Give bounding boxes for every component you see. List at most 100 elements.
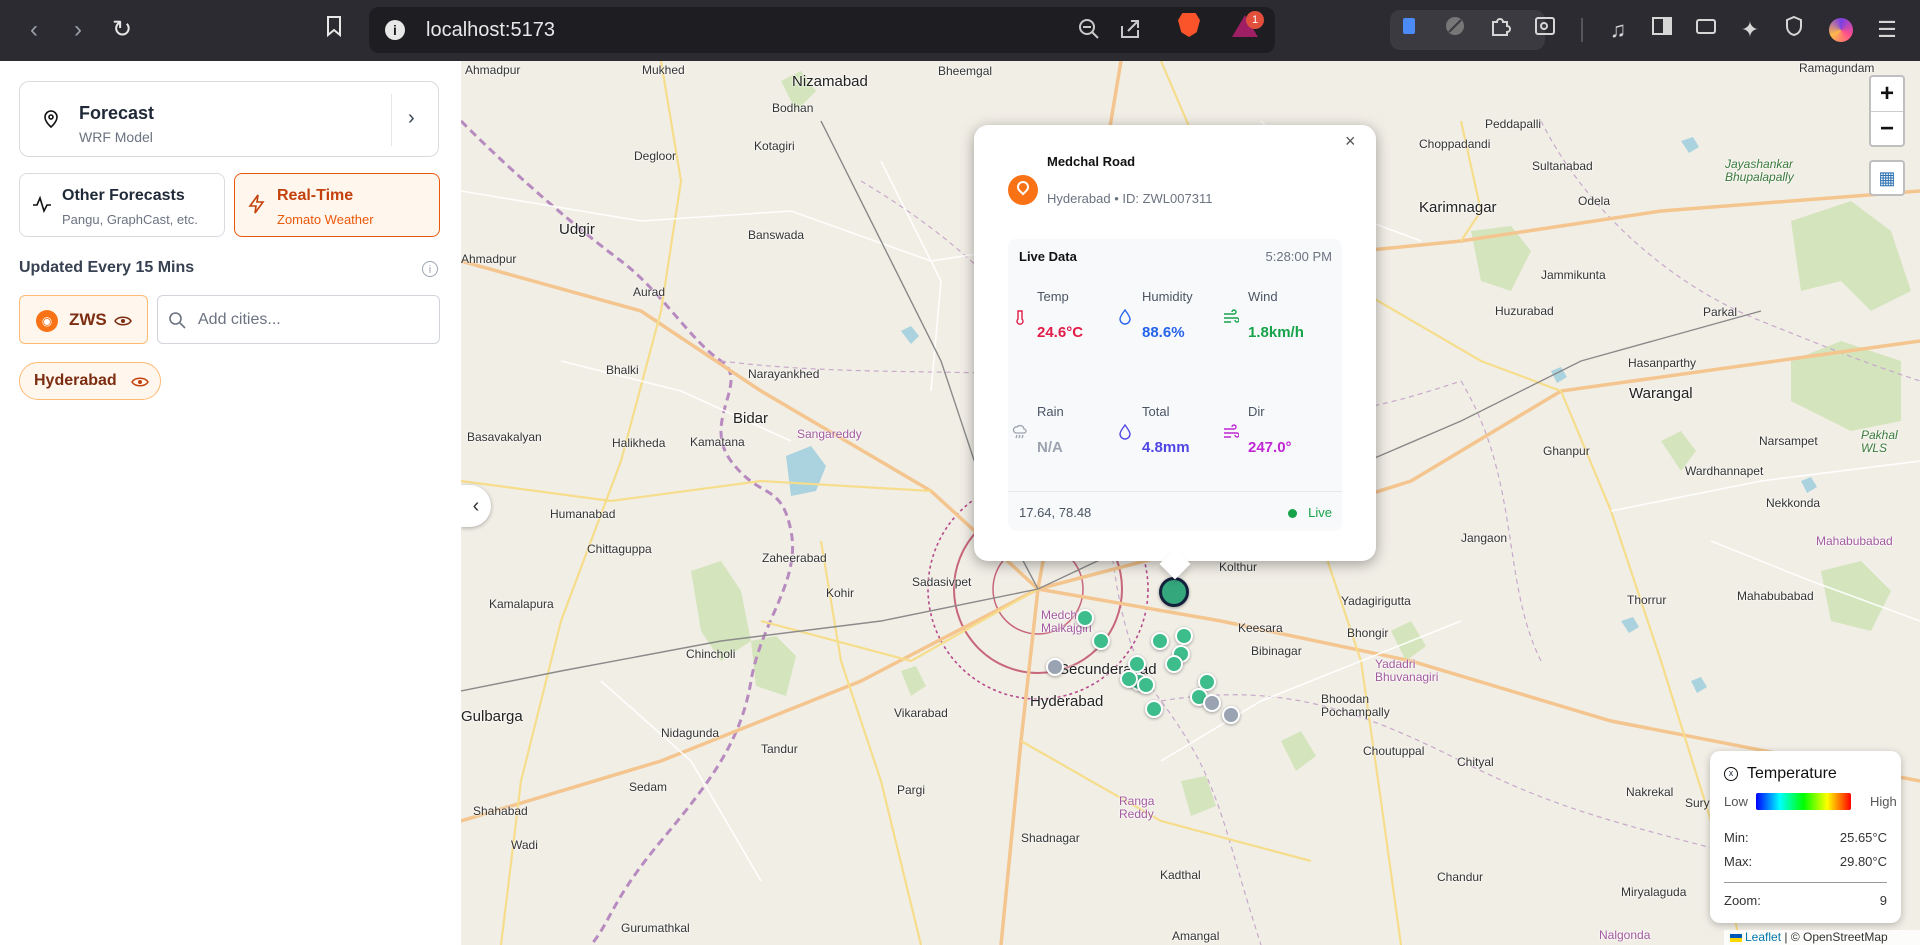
media-icon[interactable]: ♫ (1604, 15, 1632, 45)
station-marker-offline[interactable] (1203, 694, 1221, 712)
place-label: Keesara (1238, 621, 1283, 635)
place-label: Basavakalyan (467, 430, 542, 444)
city-search-input[interactable] (196, 306, 430, 334)
add-city-field[interactable] (157, 295, 440, 344)
place-label: Sangareddy (797, 427, 862, 441)
place-label: Humanabad (550, 507, 616, 521)
place-label: Mahabubabad (1816, 534, 1893, 548)
osm-attribution[interactable]: | © OpenStreetMap (1784, 930, 1887, 944)
share-icon[interactable] (1117, 18, 1143, 44)
bookmark-icon[interactable] (319, 15, 349, 45)
legend-title: Temperature (1747, 765, 1837, 782)
puzzle-extensions-icon[interactable] (1486, 15, 1514, 45)
eye-icon[interactable] (114, 315, 132, 327)
place-label: Chincholi (686, 647, 736, 661)
place-label: Shadnagar (1021, 831, 1080, 845)
place-label: Bheemgal (938, 64, 993, 78)
place-label: Yadadri Bhuvanagiri (1375, 657, 1439, 684)
place-label: Ahmadpur (465, 63, 521, 77)
city-chip-hyderabad[interactable]: Hyderabad (19, 362, 161, 400)
vpn-shield-icon[interactable] (1780, 15, 1808, 45)
forward-icon[interactable]: › (63, 15, 93, 45)
wallet-icon[interactable] (1692, 15, 1720, 45)
profile-avatar-icon[interactable] (1829, 18, 1853, 42)
map-attribution: Leaflet | © OpenStreetMap (1724, 930, 1920, 945)
eye-icon[interactable] (131, 376, 149, 388)
place-label: Choutuppal (1363, 744, 1425, 758)
ukraine-flag-icon (1730, 934, 1742, 942)
legend-max-row: Max: 29.80°C (1724, 854, 1887, 869)
legend-divider (1724, 882, 1887, 883)
zoom-in-button[interactable]: + (1871, 77, 1903, 112)
droplet-icon (1119, 309, 1131, 325)
close-icon[interactable]: × (1345, 131, 1356, 152)
place-label: Shahabad (473, 804, 528, 818)
live-status-dot (1288, 509, 1297, 518)
reload-icon[interactable]: ↻ (107, 15, 137, 45)
wallet-extension-icon[interactable] (1396, 15, 1424, 45)
station-popup: × Medchal Road Hyderabad • ID: ZWL007311… (974, 125, 1376, 580)
forecast-model-card[interactable]: Forecast WRF Model › (19, 81, 439, 157)
zoom-out-icon[interactable] (1076, 18, 1102, 44)
live-data-panel: Live Data 5:28:00 PM Temp 24.6°C Humidit… (1008, 239, 1342, 531)
place-label: Sadasivpet (912, 575, 972, 589)
place-label: Nizamabad (792, 73, 868, 90)
place-label: Huzurabad (1495, 304, 1554, 318)
place-label: Sultanabad (1532, 159, 1593, 173)
zws-label: ZWS (69, 310, 107, 329)
place-label: Narsampet (1759, 434, 1818, 448)
forecast-title: Forecast (79, 103, 155, 123)
place-label: Thorrur (1627, 593, 1667, 607)
zoom-out-button[interactable]: − (1871, 112, 1903, 146)
place-label: Banswada (748, 228, 805, 242)
station-marker[interactable] (1175, 627, 1193, 645)
menu-icon[interactable]: ☰ (1873, 15, 1901, 45)
other-forecasts-button[interactable]: Other Forecasts Pangu, GraphCast, etc. (19, 173, 225, 237)
realtime-button[interactable]: Real-Time Zomato Weather (234, 173, 440, 237)
station-coordinates: 17.64, 78.48 (1019, 505, 1092, 520)
station-marker[interactable] (1076, 609, 1094, 627)
info-icon[interactable]: i (422, 261, 438, 277)
live-status-text: Live (1308, 505, 1332, 520)
wind-direction-metric: Dir 247.0° (1219, 394, 1319, 484)
page-search-icon[interactable] (1531, 15, 1559, 45)
site-info-icon[interactable]: i (385, 20, 405, 40)
station-marker[interactable] (1165, 655, 1183, 673)
sidebar-toggle-icon[interactable] (1648, 15, 1676, 45)
station-marker[interactable] (1145, 700, 1163, 718)
selected-station-marker[interactable] (1159, 577, 1189, 607)
station-marker[interactable] (1092, 632, 1110, 650)
temperature-legend: x Temperature Low High Min: 25.65°C Max:… (1710, 751, 1901, 923)
chevron-right-icon[interactable]: › (408, 107, 415, 130)
station-marker[interactable] (1120, 670, 1138, 688)
place-label: Odela (1578, 194, 1611, 208)
place-label: Halikheda (612, 436, 666, 450)
map-layers-button[interactable]: ▦ (1869, 160, 1905, 196)
station-pin-icon (1008, 175, 1038, 205)
station-marker-offline[interactable] (1222, 706, 1240, 724)
rain-cloud-icon (1012, 424, 1027, 439)
station-marker-offline[interactable] (1046, 658, 1064, 676)
leaflet-link[interactable]: Leaflet (1745, 930, 1781, 944)
legend-min-row: Min: 25.65°C (1724, 830, 1887, 845)
blocked-extension-icon[interactable] (1441, 15, 1469, 45)
place-label: Wardhannapet (1685, 464, 1764, 478)
place-label: Miryalaguda (1621, 885, 1687, 899)
temp-metric: Temp 24.6°C (1008, 279, 1108, 369)
station-subtitle: Hyderabad • ID: ZWL007311 (1047, 191, 1213, 206)
chevron-left-icon: ‹ (472, 495, 480, 517)
leo-ai-icon[interactable]: ✦ (1736, 15, 1764, 45)
legend-zoom-row: Zoom: 9 (1724, 893, 1887, 908)
place-label: Bhoodan Pochampally (1321, 692, 1390, 719)
station-marker[interactable] (1151, 632, 1169, 650)
place-label: Tandur (761, 742, 798, 756)
address-bar[interactable]: i localhost:5173 (369, 7, 1275, 53)
total-rain-metric: Total 4.8mm (1113, 394, 1213, 484)
back-icon[interactable]: ‹ (19, 15, 49, 45)
place-label: Kolthur (1219, 560, 1258, 574)
station-marker[interactable] (1137, 676, 1155, 694)
update-frequency-text: Updated Every 15 Mins (19, 259, 195, 276)
map-area[interactable]: Ahmadpur Mukhed Nizamabad Bheemgal Bodha… (461, 61, 1920, 945)
place-label: Bhongir (1347, 626, 1389, 640)
zws-toggle-button[interactable]: ◉ ZWS (19, 295, 148, 344)
